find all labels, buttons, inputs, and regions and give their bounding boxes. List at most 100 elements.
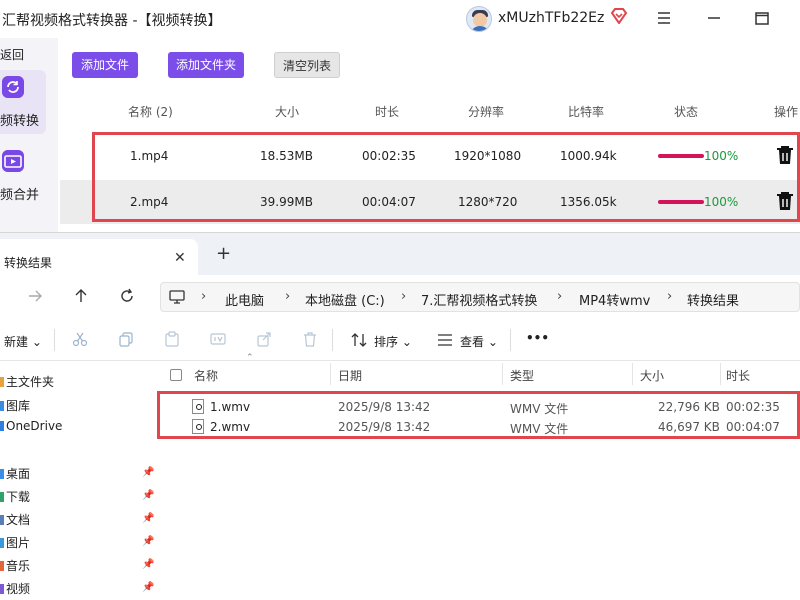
view-button[interactable]: 查看 ⌄ [460, 333, 498, 350]
pin-icon[interactable]: 📌 [142, 490, 154, 501]
music-icon [0, 561, 4, 571]
monitor-icon [169, 290, 185, 304]
nav-item-videos[interactable]: 视频 [0, 580, 30, 597]
clear-list-button[interactable]: 清空列表 [274, 52, 340, 78]
sort-button[interactable]: 排序 ⌄ [374, 333, 412, 350]
add-folder-button[interactable]: 添加文件夹 [168, 52, 244, 78]
avatar-body [470, 26, 490, 31]
breadcrumb-this-pc[interactable]: 此电脑 [225, 290, 264, 309]
column-divider[interactable] [632, 363, 633, 385]
pin-icon[interactable]: 📌 [142, 536, 154, 547]
paste-icon[interactable] [164, 331, 180, 347]
trash-icon[interactable] [302, 331, 318, 347]
nav-item-onedrive[interactable]: OneDrive [0, 419, 62, 433]
explorer-command-bar: 新建 ⌄ 排序 ⌄ 查看 ⌄ ••• [0, 319, 800, 361]
address-bar[interactable]: › 此电脑 › 本地磁盘 (C:) › 7.汇帮视频格式转换 › MP4转wmv… [160, 282, 800, 312]
explorer-navbar: › 此电脑 › 本地磁盘 (C:) › 7.汇帮视频格式转换 › MP4转wmv… [0, 275, 800, 319]
column-divider[interactable] [720, 363, 721, 385]
app-titlebar: 汇帮视频格式转换器 -【视频转换】 xMUzhTFb22Ez [0, 0, 800, 38]
app-title: 汇帮视频格式转换器 -【视频转换】 [2, 13, 222, 29]
col-name[interactable]: 名称 [194, 367, 218, 384]
breadcrumb-separator-icon: › [667, 289, 673, 304]
select-all-checkbox[interactable] [170, 369, 182, 381]
nav-item-pictures[interactable]: 图片 [0, 534, 30, 551]
cut-icon[interactable] [72, 331, 88, 347]
breadcrumb-separator-icon: › [401, 289, 407, 304]
nav-item-music[interactable]: 音乐 [0, 557, 30, 574]
nav-item-label: 图片 [6, 536, 31, 550]
tab-conversion-results[interactable]: 转换结果 ✕ [0, 239, 198, 275]
up-arrow-icon[interactable] [72, 287, 90, 305]
nav-item-downloads[interactable]: 下载 [0, 488, 30, 505]
app-sidebar: 返回 频转换 频合并 [0, 38, 58, 232]
col-type[interactable]: 类型 [510, 367, 534, 384]
add-file-button[interactable]: 添加文件 [72, 52, 138, 78]
pin-icon[interactable]: 📌 [142, 467, 154, 478]
username[interactable]: xMUzhTFb22Ez [498, 10, 604, 26]
view-label: 查看 [460, 335, 485, 349]
new-tab-icon[interactable]: + [216, 243, 231, 264]
menu-icon[interactable] [656, 10, 672, 26]
column-divider[interactable] [330, 363, 331, 385]
pin-icon[interactable]: 📌 [142, 582, 154, 593]
nav-item-desktop[interactable]: 桌面 [0, 465, 30, 482]
converter-app-window: 汇帮视频格式转换器 -【视频转换】 xMUzhTFb22Ez 返回 频转换 频合… [0, 0, 800, 232]
vip-diamond-icon[interactable] [610, 8, 628, 24]
nav-item-gallery[interactable]: 图库 [0, 397, 30, 414]
nav-item-label: 音乐 [6, 559, 31, 573]
desktop-icon [0, 469, 4, 479]
breadcrumb-app-folder[interactable]: 7.汇帮视频格式转换 [421, 290, 537, 309]
breadcrumb-mp4-to-wmv[interactable]: MP4转wmv [579, 290, 650, 309]
sort-label: 排序 [374, 335, 399, 349]
video-merge-icon [2, 150, 24, 172]
sidebar-item-label: 频转换 [0, 114, 40, 129]
file-table-header: 名称 (2) 大小 时长 分辨率 比特率 状态 操作 [60, 92, 800, 128]
copy-icon[interactable] [118, 331, 134, 347]
nav-item-documents[interactable]: 文档 [0, 511, 30, 528]
document-icon [0, 515, 4, 525]
col-duration[interactable]: 时长 [375, 103, 399, 120]
minimize-icon[interactable] [706, 10, 722, 26]
cloud-icon [0, 421, 4, 431]
close-icon[interactable]: ✕ [174, 250, 186, 266]
view-icon [438, 334, 452, 346]
rename-icon[interactable] [210, 331, 226, 347]
col-bitrate[interactable]: 比特率 [568, 103, 604, 120]
breadcrumb-local-disk[interactable]: 本地磁盘 (C:) [305, 290, 385, 309]
sidebar-item-label: 频合并 [0, 188, 40, 203]
sidebar-item-video-merge[interactable]: 频合并 [0, 144, 46, 208]
pin-icon[interactable]: 📌 [142, 559, 154, 570]
breadcrumb-results[interactable]: 转换结果 [687, 290, 739, 309]
nav-item-label: 图库 [6, 399, 31, 413]
video-convert-icon [2, 76, 24, 98]
pin-icon[interactable]: 📌 [142, 513, 154, 524]
navigation-pane: 主文件夹 图库 OneDrive 桌面 📌 下载 📌 文档 📌 图片 📌 音乐 … [0, 361, 156, 600]
file-explorer-window: 转换结果 ✕ + › 此电脑 › 本地磁盘 (C:) › 7.汇帮视频格式转换 … [0, 232, 800, 600]
more-options-icon[interactable]: ••• [526, 331, 549, 345]
col-name[interactable]: 名称 (2) [128, 103, 173, 120]
nav-item-home[interactable]: 主文件夹 [0, 373, 54, 390]
divider [332, 329, 333, 351]
sort-icon [351, 333, 367, 347]
col-duration[interactable]: 时长 [726, 367, 750, 384]
nav-item-label: 桌面 [6, 467, 31, 481]
nav-item-label: OneDrive [6, 419, 63, 433]
breadcrumb-separator-icon: › [285, 289, 291, 304]
nav-item-label: 视频 [6, 582, 31, 596]
maximize-icon[interactable] [754, 10, 770, 26]
user-avatar[interactable] [466, 6, 492, 32]
col-resolution[interactable]: 分辨率 [468, 103, 504, 120]
share-icon[interactable] [256, 331, 272, 347]
refresh-icon[interactable] [118, 287, 136, 305]
new-label: 新建 [4, 335, 29, 349]
col-date[interactable]: 日期 [338, 367, 362, 384]
download-icon [0, 492, 4, 502]
col-size[interactable]: 大小 [275, 103, 299, 120]
sidebar-item-video-convert[interactable]: 频转换 [0, 70, 46, 134]
new-button[interactable]: 新建 ⌄ [4, 333, 42, 350]
back-link[interactable]: 返回 [0, 46, 24, 63]
breadcrumb-separator-icon: › [201, 289, 207, 304]
col-size[interactable]: 大小 [640, 367, 664, 384]
forward-arrow-icon[interactable] [26, 287, 44, 305]
column-divider[interactable] [502, 363, 503, 385]
